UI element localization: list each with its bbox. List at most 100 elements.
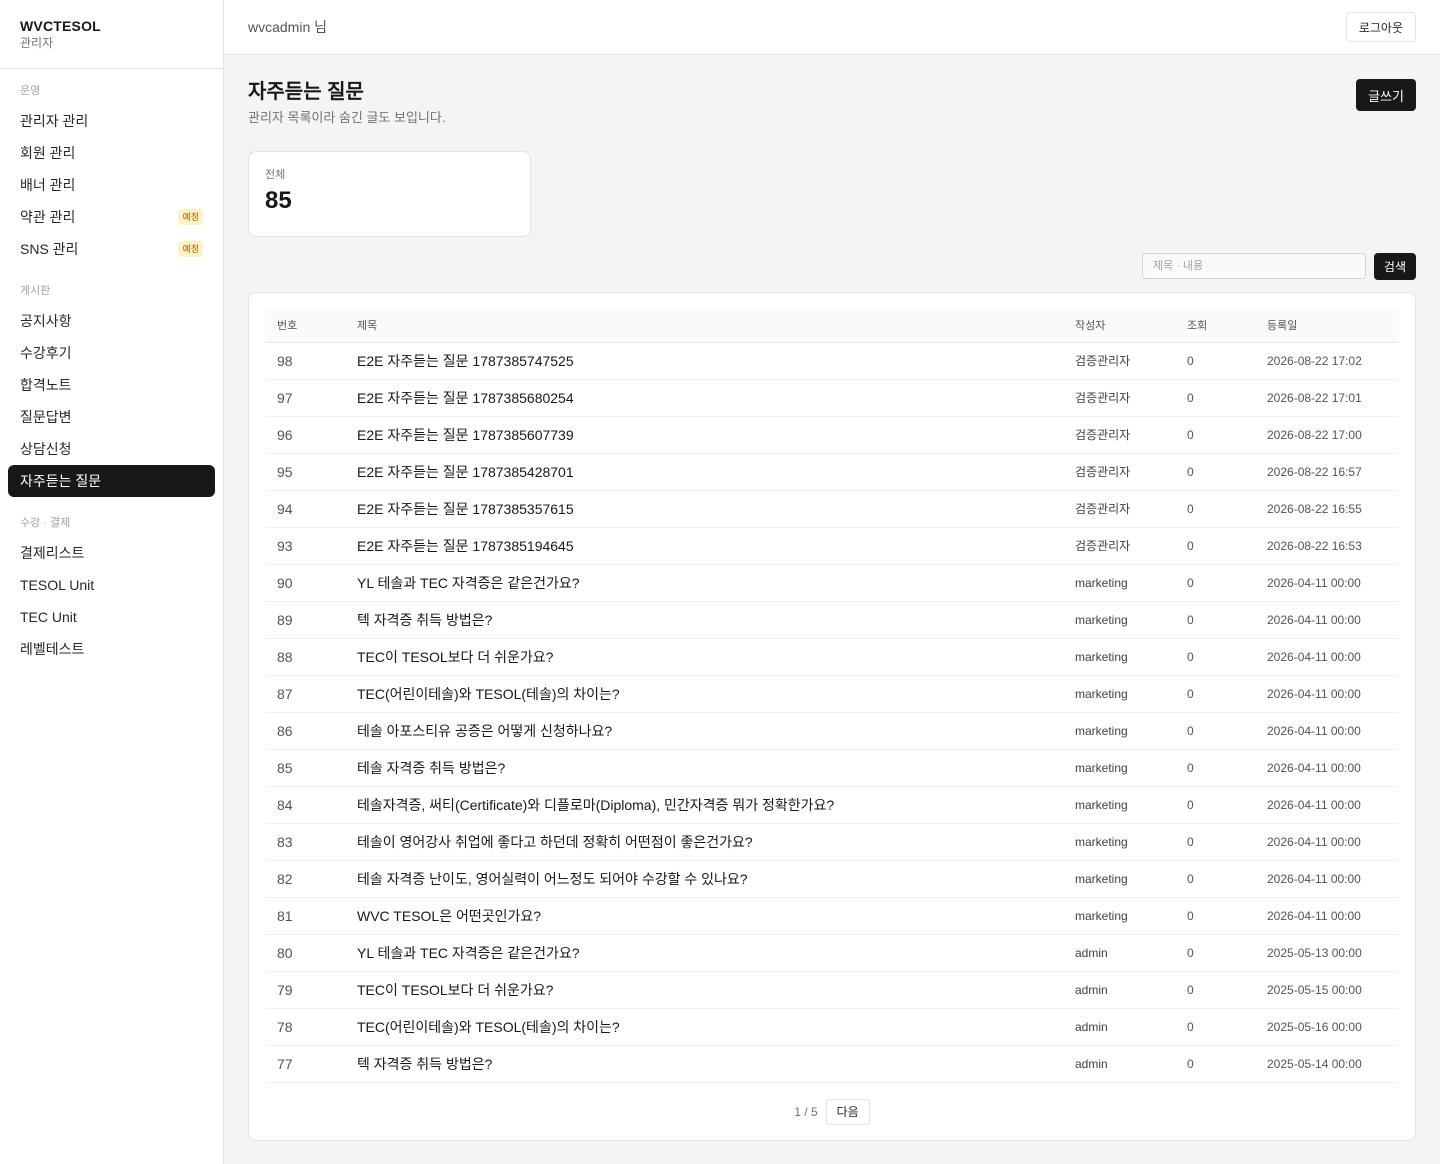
cell-title[interactable]: 테솔이 영어강사 취업에 좋다고 하던데 정확히 어떤점이 좋은건가요? [357, 823, 1075, 860]
cell-title[interactable]: E2E 자주듣는 질문 1787385428701 [357, 453, 1075, 490]
table-row[interactable]: 78 TEC(어린이테솔)와 TESOL(테솔)의 차이는? admin 0 2025-… [265, 1008, 1399, 1045]
cell-title[interactable]: 테솔자격증, 써티(Certificate)와 디플로마(Diploma), 민… [357, 786, 1075, 823]
write-button[interactable]: 글쓰기 [1356, 79, 1416, 111]
cell-date: 2026-04-11 00:00 [1267, 760, 1361, 775]
column-header-author: 작성자 [1075, 320, 1106, 333]
table-row[interactable]: 87 TEC(어린이테솔)와 TESOL(테솔)의 차이는? marketing 0 2… [265, 675, 1399, 712]
cell-author: marketing [1075, 575, 1128, 590]
cell-date: 2026-04-11 00:00 [1267, 649, 1361, 664]
cell-title[interactable]: TEC이 TESOL보다 더 쉬운가요? [357, 971, 1075, 1008]
table-row[interactable]: 95 E2E 자주듣는 질문 1787385428701 검증관리자 0 2026-08… [265, 453, 1399, 490]
sidebar-item[interactable]: 자주듣는 질문 [8, 465, 215, 497]
cell-title[interactable]: YL 테솔과 TEC 자격증은 같은건가요? [357, 564, 1075, 601]
sidebar-item[interactable]: 약관 관리 예정 [8, 201, 215, 233]
table-row[interactable]: 80 YL 테솔과 TEC 자격증은 같은건가요? admin 0 2025-05-13… [265, 934, 1399, 971]
table-row[interactable]: 84 테솔자격증, 써티(Certificate)와 디플로마(Diploma),… [265, 786, 1399, 823]
table-row[interactable]: 82 테솔 자격증 난이도, 영어실력이 어느정도 되어야 수강할 수 있나요? m… [265, 860, 1399, 897]
cell-views: 0 [1187, 427, 1194, 442]
cell-title[interactable]: TEC이 TESOL보다 더 쉬운가요? [357, 638, 1075, 675]
page-description: 관리자 목록이라 숨긴 글도 보입니다. [248, 110, 446, 125]
cell-views: 0 [1187, 686, 1194, 701]
sidebar-item[interactable]: 공지사항 [8, 305, 215, 337]
cell-title[interactable]: E2E 자주듣는 질문 1787385357615 [357, 490, 1075, 527]
cell-date: 2026-08-22 17:02 [1267, 353, 1362, 368]
sidebar-item[interactable]: 수강후기 [8, 337, 215, 369]
sidebar-item[interactable]: 상담신청 [8, 433, 215, 465]
table-body: 98 E2E 자주듣는 질문 1787385747525 검증관리자 0 2026-08… [265, 342, 1399, 1082]
cell-views: 0 [1187, 353, 1194, 368]
cell-author: admin [1075, 982, 1108, 997]
sidebar-item-label: TEC Unit [20, 609, 77, 625]
total-stat-label: 전체 [265, 169, 286, 181]
sidebar-item-label: 자주듣는 질문 [20, 473, 102, 489]
sidebar-item[interactable]: 배너 관리 [8, 169, 215, 201]
sidebar-item[interactable]: 결제리스트 [8, 537, 215, 569]
sidebar-nav: 운영 관리자 관리 회원 관리 배너 관리 약관 관리 예정 SNS 관리 예정 게시판 공지사항… [0, 69, 223, 665]
table-row[interactable]: 98 E2E 자주듣는 질문 1787385747525 검증관리자 0 2026-08… [265, 342, 1399, 379]
table-row[interactable]: 83 테솔이 영어강사 취업에 좋다고 하던데 정확히 어떤점이 좋은건가요? ma… [265, 823, 1399, 860]
cell-number: 89 [277, 611, 293, 628]
cell-views: 0 [1187, 612, 1194, 627]
cell-title[interactable]: E2E 자주듣는 질문 1787385680254 [357, 379, 1075, 416]
column-header-views: 조회 [1187, 320, 1208, 333]
table-row[interactable]: 81 WVC TESOL은 어떤곳인가요? marketing 0 2026-04-11… [265, 897, 1399, 934]
cell-title[interactable]: 텍 자격증 취득 방법은? [357, 1045, 1075, 1082]
cell-date: 2026-04-11 00:00 [1267, 723, 1361, 738]
cell-author: marketing [1075, 612, 1128, 627]
sidebar-item[interactable]: 합격노트 [8, 369, 215, 401]
cell-title[interactable]: E2E 자주듣는 질문 1787385194645 [357, 527, 1075, 564]
sidebar-item[interactable]: 관리자 관리 [8, 105, 215, 137]
table-row[interactable]: 90 YL 테솔과 TEC 자격증은 같은건가요? marketing 0 2026-0… [265, 564, 1399, 601]
search-input[interactable] [1141, 253, 1366, 279]
page-title: 자주듣는 질문 [248, 81, 364, 103]
cell-title[interactable]: WVC TESOL은 어떤곳인가요? [357, 897, 1075, 934]
logout-button[interactable]: 로그아웃 [1345, 12, 1416, 42]
cell-title[interactable]: TEC(어린이테솔)와 TESOL(테솔)의 차이는? [357, 1008, 1075, 1045]
cell-author: admin [1075, 1056, 1108, 1071]
table-row[interactable]: 85 테솔 자격증 취득 방법은? marketing 0 2026-04-11 00:… [265, 749, 1399, 786]
table-header-row: 번호 제목 작성자 조회 등록일 [265, 309, 1399, 342]
cell-views: 0 [1187, 1019, 1194, 1034]
cell-title[interactable]: 텍 자격증 취득 방법은? [357, 601, 1075, 638]
cell-number: 96 [277, 426, 293, 443]
table-row[interactable]: 93 E2E 자주듣는 질문 1787385194645 검증관리자 0 2026-08… [265, 527, 1399, 564]
cell-author: marketing [1075, 797, 1128, 812]
cell-title[interactable]: 테솔 자격증 취득 방법은? [357, 749, 1075, 786]
sidebar-item[interactable]: SNS 관리 예정 [8, 233, 215, 265]
nav-group-title: 운영 [20, 85, 41, 97]
cell-number: 84 [277, 796, 293, 813]
cell-date: 2025-05-13 00:00 [1267, 945, 1362, 960]
cell-views: 0 [1187, 760, 1194, 775]
sidebar-item-label: 레벨테스트 [20, 641, 85, 657]
cell-title[interactable]: E2E 자주듣는 질문 1787385747525 [357, 342, 1075, 379]
table-row[interactable]: 88 TEC이 TESOL보다 더 쉬운가요? marketing 0 2026-04-… [265, 638, 1399, 675]
cell-views: 0 [1187, 723, 1194, 738]
cell-views: 0 [1187, 538, 1194, 553]
table-row[interactable]: 89 텍 자격증 취득 방법은? marketing 0 2026-04-11 00:0… [265, 601, 1399, 638]
sidebar-item[interactable]: 회원 관리 [8, 137, 215, 169]
table-row[interactable]: 96 E2E 자주듣는 질문 1787385607739 검증관리자 0 2026-08… [265, 416, 1399, 453]
cell-title[interactable]: YL 테솔과 TEC 자격증은 같은건가요? [357, 934, 1075, 971]
cell-title[interactable]: 테솔 자격증 난이도, 영어실력이 어느정도 되어야 수강할 수 있나요? [357, 860, 1075, 897]
cell-date: 2026-04-11 00:00 [1267, 908, 1361, 923]
table-row[interactable]: 97 E2E 자주듣는 질문 1787385680254 검증관리자 0 2026-08… [265, 379, 1399, 416]
current-user: wvcadmin 님 [248, 19, 328, 35]
search-button[interactable]: 검색 [1373, 253, 1416, 280]
cell-title[interactable]: 테솔 아포스티유 공증은 어떻게 신청하나요? [357, 712, 1075, 749]
sidebar-item-label: 공지사항 [20, 313, 72, 329]
cell-title[interactable]: TEC(어린이테솔)와 TESOL(테솔)의 차이는? [357, 675, 1075, 712]
planned-badge: 예정 [178, 209, 203, 225]
sidebar-item[interactable]: 레벨테스트 [8, 633, 215, 665]
table-row[interactable]: 77 텍 자격증 취득 방법은? admin 0 2025-05-14 00:00 [265, 1045, 1399, 1082]
sidebar-item[interactable]: TEC Unit [8, 601, 215, 633]
cell-author: admin [1075, 1019, 1108, 1034]
cell-title[interactable]: E2E 자주듣는 질문 1787385607739 [357, 416, 1075, 453]
cell-author: 검증관리자 [1075, 391, 1131, 405]
table-row[interactable]: 94 E2E 자주듣는 질문 1787385357615 검증관리자 0 2026-08… [265, 490, 1399, 527]
table-row[interactable]: 86 테솔 아포스티유 공증은 어떻게 신청하나요? marketing 0 2026-… [265, 712, 1399, 749]
table-row[interactable]: 79 TEC이 TESOL보다 더 쉬운가요? admin 0 2025-05-15 0… [265, 971, 1399, 1008]
sidebar-item[interactable]: 질문답변 [8, 401, 215, 433]
sidebar-item[interactable]: TESOL Unit [8, 569, 215, 601]
cell-number: 93 [277, 537, 293, 554]
next-page-button[interactable]: 다음 [825, 1098, 870, 1125]
